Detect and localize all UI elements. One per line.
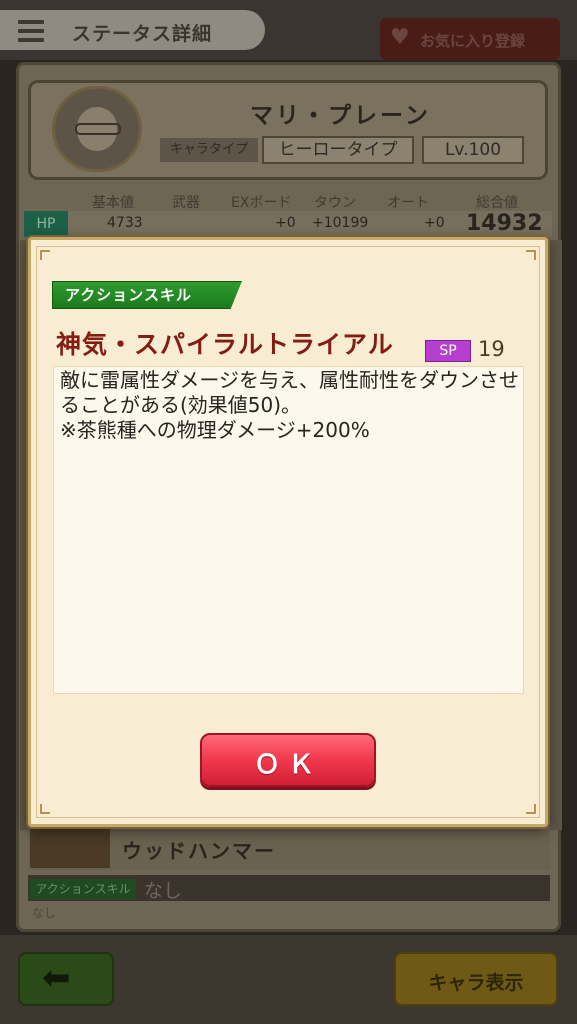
favorite-label: お気に入り登録 <box>420 32 526 50</box>
stat-header-auto: オート <box>387 195 429 211</box>
sp-badge: SP <box>425 340 471 362</box>
menu-icon[interactable] <box>18 20 44 42</box>
weapon-skill-description: なし <box>32 906 57 920</box>
sp-value: 19 <box>478 337 505 361</box>
weapon-skill-tag: アクションスキル <box>30 879 136 899</box>
skill-name: 神気・スパイラルトライアル <box>56 330 394 359</box>
stat-header-town: タウン <box>314 195 356 211</box>
page-title: ステータス詳細 <box>72 23 213 45</box>
ok-button-label: ＯＫ <box>253 750 322 780</box>
avatar <box>52 86 142 172</box>
stat-header-base: 基本値 <box>92 195 134 211</box>
corner-ornament-icon <box>526 250 536 260</box>
heart-icon: ♥ <box>390 25 410 50</box>
hp-label: HP <box>24 211 68 237</box>
stat-header-exboard: EXボード <box>231 195 292 211</box>
skill-description: 敵に雷属性ダメージを与え、属性耐性をダウンさせることがある(効果値50)。 ※茶… <box>60 368 519 442</box>
corner-ornament-icon <box>40 804 50 814</box>
hp-base: 4733 <box>107 215 143 231</box>
hp-auto: +0 <box>424 215 445 231</box>
corner-ornament-icon <box>526 804 536 814</box>
left-arrow-icon: ⬅ <box>42 958 71 998</box>
character-level: Lv.100 <box>422 136 524 164</box>
hammer-icon <box>30 828 110 868</box>
character-name: マリ・プレーン <box>250 103 431 129</box>
character-type-label: キャラタイプ <box>160 138 258 162</box>
stat-header-weapon: 武器 <box>172 195 200 211</box>
weapon-skill-value: なし <box>144 880 183 902</box>
hp-total: 14932 <box>466 211 543 236</box>
chara-display-label: キャラ表示 <box>428 972 524 994</box>
hp-town: +10199 <box>312 215 369 231</box>
corner-ornament-icon <box>40 250 50 260</box>
hp-exboard: +0 <box>275 215 296 231</box>
weapon-name: ウッドハンマー <box>122 839 276 863</box>
stat-header-total: 総合値 <box>476 195 518 211</box>
character-type-value: ヒーロータイプ <box>262 136 414 164</box>
action-skill-tag: アクションスキル <box>52 281 242 309</box>
